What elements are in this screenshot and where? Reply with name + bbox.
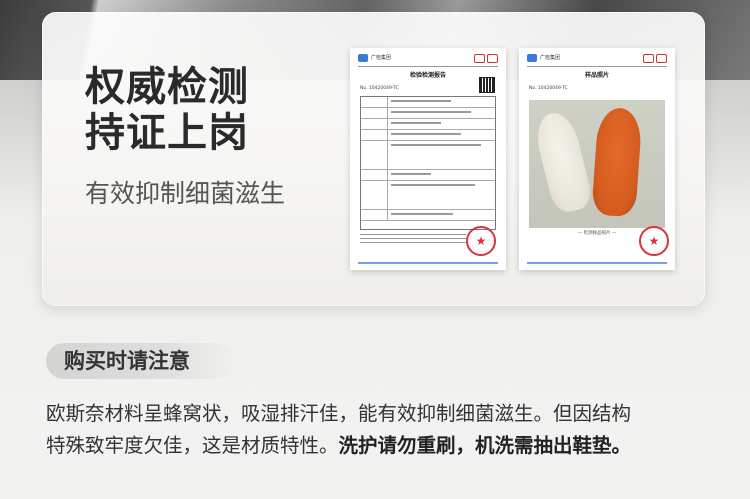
certification-marks [643,54,667,63]
certification-marks [474,54,498,63]
org-logo: 广检集团 [358,54,391,62]
notice-line-2-text: 特殊致牢度欠佳，这是材质特性。 [46,434,339,457]
insole-sample-photo [529,100,665,228]
subheadline: 有效抑制细菌滋生 [85,179,286,208]
notice-care-warning: 洗护请勿重刷，机洗需抽出鞋垫。 [338,434,632,457]
cnas-mark-icon [656,54,667,63]
test-report-document: 广检集团 检验检测报告 No. 10420049-TC ★ [350,48,506,270]
sample-photo-document: 广检集团 样品照片 No. 10420049-TC — 检测样品照片 — ★ [519,48,675,270]
report-remarks [360,234,466,246]
footer-rule [527,262,667,264]
org-logo: 广检集团 [527,54,560,62]
white-insole-image [531,108,595,216]
headline-line-2: 持证上岗 [85,110,249,156]
header-rule [358,66,498,67]
notice-label: 购买时请注意 [64,349,190,373]
header-rule [527,66,667,67]
qr-code-icon [479,77,495,93]
headline: 权威检测 持证上岗 [85,64,249,156]
official-seal-icon: ★ [466,226,496,256]
org-logo-icon [527,54,537,62]
report-number: No. 10420049-TC [360,86,399,91]
org-name: 广检集团 [371,55,392,61]
sample-photo-title: 样品照片 [584,72,609,79]
notice-line-2: 特殊致牢度欠佳，这是材质特性。洗护请勿重刷，机洗需抽出鞋垫。 [46,430,716,462]
official-seal-icon: ★ [639,226,669,256]
footer-rule [358,262,498,264]
org-name: 广检集团 [540,55,561,61]
cnas-mark-icon [487,54,498,63]
cma-mark-icon [474,54,485,63]
notice-body: 欧斯奈材料呈蜂窝状，吸湿排汗佳，能有效抑制细菌滋生。但因结构 特殊致牢度欠佳，这… [46,398,716,462]
cma-mark-icon [643,54,654,63]
org-logo-icon [358,54,368,62]
headline-line-1: 权威检测 [85,64,249,110]
report-table [360,96,496,230]
report-number: No. 10420049-TC [529,86,568,91]
orange-insole-image [591,106,643,218]
notice-line-1: 欧斯奈材料呈蜂窝状，吸湿排汗佳，能有效抑制细菌滋生。但因结构 [46,402,632,425]
